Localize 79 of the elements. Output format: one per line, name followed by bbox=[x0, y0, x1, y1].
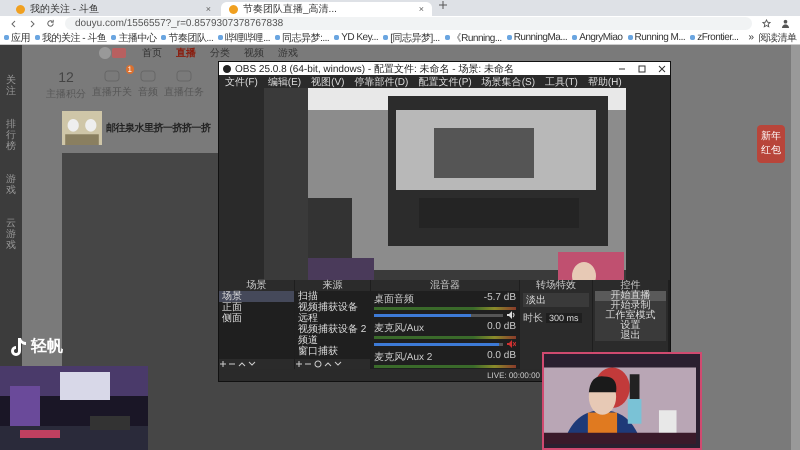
menu-item[interactable]: 帮助(H) bbox=[588, 74, 622, 88]
menu-item[interactable]: 工具(T) bbox=[545, 74, 578, 88]
close-tab-icon[interactable]: × bbox=[206, 4, 211, 14]
bookmark[interactable]: 同志异梦:... bbox=[275, 30, 330, 44]
sidebar-item[interactable]: 云游戏 bbox=[6, 218, 16, 251]
bookmark[interactable]: zFrontier... bbox=[690, 32, 738, 43]
source-item[interactable]: 远程 bbox=[295, 313, 370, 324]
channel-reading: -5.7 dB bbox=[484, 292, 516, 305]
menu-item[interactable]: 编辑(E) bbox=[268, 74, 302, 88]
menu-item[interactable]: 视图(V) bbox=[311, 74, 344, 88]
dock-title: 转场特效 bbox=[535, 280, 577, 291]
speaker-icon[interactable] bbox=[507, 311, 516, 319]
bookmark[interactable]: Running M... bbox=[628, 32, 686, 43]
scene-item[interactable]: 正面 bbox=[219, 302, 294, 313]
duration-label: 时长 bbox=[523, 312, 543, 325]
source-item[interactable]: 视频捕获设备 2 bbox=[295, 324, 370, 335]
count-badge: 1 bbox=[126, 65, 134, 74]
bookmark[interactable]: 节奏团队... bbox=[161, 30, 214, 44]
window-title: OBS 25.0.8 (64-bit, windows) - 配置文件: 未命名 - 场景: 未命名 bbox=[235, 62, 515, 76]
channel-name: 桌面音频 bbox=[374, 292, 414, 306]
dock-title: 混音器 bbox=[429, 280, 461, 291]
dock-title: 来源 bbox=[322, 280, 344, 291]
dock-title: 控件 bbox=[620, 280, 640, 291]
menu-item[interactable]: 停靠部件(D) bbox=[354, 74, 408, 88]
duration-field[interactable]: 300 ms bbox=[546, 313, 582, 323]
back-icon[interactable] bbox=[10, 20, 18, 28]
channel-name: 麦克风/Aux bbox=[374, 322, 424, 335]
app-icon bbox=[223, 64, 231, 72]
forward-icon[interactable] bbox=[28, 20, 36, 28]
more-bookmarks[interactable]: » bbox=[748, 32, 754, 43]
source-item[interactable]: 频道 bbox=[295, 335, 370, 346]
sidebar-item[interactable]: 排行榜 bbox=[6, 119, 16, 152]
control-button[interactable]: 工作室模式 bbox=[595, 311, 666, 321]
close-tab-icon[interactable]: × bbox=[418, 4, 424, 14]
stream-title: 邮往泉水里挤一挤挤一挤 bbox=[106, 122, 210, 135]
new-tab-icon[interactable] bbox=[438, 0, 448, 10]
scene-item[interactable]: 侧面 bbox=[219, 313, 294, 324]
reading-list[interactable]: 阅读清单 bbox=[758, 30, 797, 44]
menu-item[interactable]: 文件(F) bbox=[225, 74, 258, 88]
live-status: LIVE: 00:00:00 bbox=[487, 370, 540, 380]
star-icon[interactable] bbox=[762, 19, 771, 28]
promo-badge[interactable]: 新年红包 bbox=[757, 125, 785, 163]
menu-item[interactable]: 场景集合(S) bbox=[482, 74, 536, 88]
control-button[interactable]: 设置 bbox=[595, 321, 666, 331]
source-item[interactable]: 扫描 bbox=[295, 291, 370, 302]
control-button[interactable]: 退出 bbox=[595, 331, 666, 341]
bookmark[interactable]: 我的关注 - 斗鱼 bbox=[35, 30, 106, 44]
bookmark[interactable]: AngryMiao bbox=[572, 32, 622, 43]
bookmark[interactable]: 哔哩哔哩... bbox=[218, 30, 270, 44]
channel-reading: 0.0 dB bbox=[487, 350, 516, 363]
music-note-icon bbox=[10, 336, 28, 356]
address-bar[interactable]: douyu.com/1556557?_r=0.8579307378767838 bbox=[65, 17, 752, 30]
menu-item[interactable]: 配置文件(P) bbox=[418, 74, 472, 88]
profile-icon[interactable] bbox=[781, 19, 790, 28]
browser-tab[interactable]: 我的关注 - 斗鱼 × bbox=[8, 2, 219, 16]
bookmark[interactable]: [同志异梦]... bbox=[383, 30, 440, 44]
source-item[interactable]: 窗口捕获 bbox=[295, 346, 370, 357]
channel-reading: 0.0 dB bbox=[487, 321, 516, 334]
sidebar-item[interactable]: 关注 bbox=[6, 75, 16, 97]
bookmark[interactable]: 主播中心 bbox=[111, 30, 156, 44]
dock-title: 场景 bbox=[246, 280, 268, 291]
browser-tab[interactable]: 节奏团队直播_高清... × bbox=[221, 2, 432, 16]
control-button[interactable]: 开始录制 bbox=[595, 301, 666, 311]
bookmark[interactable]: YD Key... bbox=[334, 32, 378, 43]
maximize-icon[interactable] bbox=[638, 64, 646, 72]
bookmark[interactable]: 《Running... bbox=[444, 30, 502, 44]
muted-speaker-icon[interactable] bbox=[507, 340, 516, 348]
bookmark[interactable]: 应用 bbox=[4, 30, 30, 44]
bookmark[interactable]: RunningMa... bbox=[506, 32, 568, 43]
brand-name: 轻帆 bbox=[31, 336, 63, 357]
control-button[interactable]: 开始直播 bbox=[595, 291, 666, 301]
reload-icon[interactable] bbox=[46, 19, 55, 28]
volume-slider[interactable] bbox=[374, 314, 503, 316]
close-icon[interactable] bbox=[658, 64, 666, 72]
scene-item[interactable]: 场景 bbox=[219, 291, 294, 302]
sidebar-item[interactable]: 游戏 bbox=[6, 174, 16, 196]
source-item[interactable]: 视频捕获设备 bbox=[295, 302, 370, 313]
transition-select[interactable]: 淡出 bbox=[523, 293, 589, 307]
channel-name: 麦克风/Aux 2 bbox=[374, 350, 432, 364]
